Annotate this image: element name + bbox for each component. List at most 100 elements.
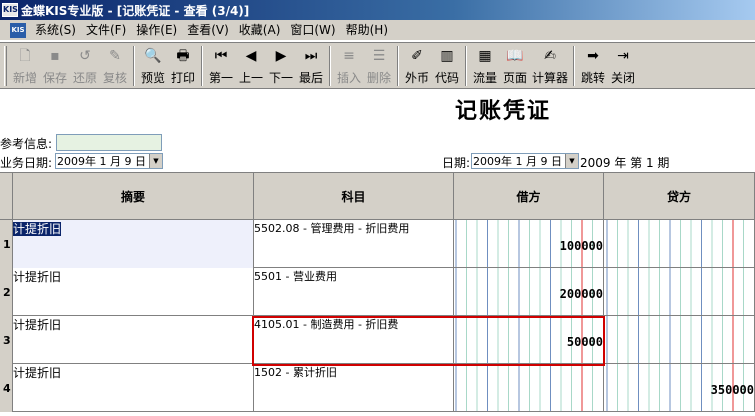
toolbar-button-14[interactable]: ▦ 流量 (470, 43, 500, 88)
menu-file[interactable]: 文件(F) (81, 20, 131, 41)
toolbar-button-label: 计算器 (531, 71, 568, 85)
row-header-corner (0, 172, 13, 220)
toolbar-button-15[interactable]: 📖 页面 (500, 43, 530, 88)
toolbar-button-1[interactable]: ▪ 保存 (40, 43, 70, 88)
account-cell[interactable]: 5502.08 - 管理费用 - 折旧费用 (254, 220, 454, 268)
chevron-down-icon[interactable]: ▼ (565, 154, 578, 168)
chevron-down-icon[interactable]: ▼ (149, 154, 162, 168)
debit-cell[interactable]: 200000 (454, 268, 604, 316)
account-cell[interactable]: 4105.01 - 制造费用 - 折旧费 (254, 316, 454, 364)
toolbar-button-10[interactable]: ≡ 插入 (334, 43, 364, 88)
table-row[interactable]: 1 计提折旧 5502.08 - 管理费用 - 折旧费用 100000 (0, 220, 755, 268)
toolbar-button-6[interactable]: ⏮ 第一 (206, 43, 236, 88)
credit-cell[interactable]: 350000 (604, 364, 755, 412)
prev-icon: ◀ (245, 48, 257, 64)
toolbar-button-label: 上一 (238, 71, 263, 85)
toolbar-button-label: 代码 (434, 71, 459, 85)
toolbar-button-3[interactable]: ✎ 复核 (100, 43, 130, 88)
debit-cell[interactable]: 50000 (454, 316, 604, 364)
column-header-debit[interactable]: 借方 (454, 172, 604, 220)
toolbar-button-7[interactable]: ◀ 上一 (236, 43, 266, 88)
toolbar-button-17[interactable]: ➡ 跳转 (578, 43, 608, 88)
toolbar-button-label: 跳转 (580, 71, 605, 85)
toolbar-button-11[interactable]: ☰ 删除 (364, 43, 394, 88)
toolbar-grip[interactable] (4, 46, 7, 86)
toolbar-button-label: 外币 (404, 71, 429, 85)
period-text: 2009 年 第 1 期 (580, 156, 670, 170)
currency-icon: ✐ (411, 48, 423, 64)
account-cell[interactable]: 1502 - 累计折旧 (254, 364, 454, 412)
voucher-date-picker[interactable]: 2009年 1 月 9 日 ▼ (471, 153, 579, 169)
summary-cell[interactable]: 计提折旧 (13, 220, 254, 268)
row-number-cell[interactable]: 2 (0, 268, 13, 316)
summary-cell[interactable]: 计提折旧 (13, 316, 254, 364)
toolbar-separator (573, 46, 575, 86)
print-icon: 🖶 (176, 48, 190, 64)
amount-digit-gridlines (606, 268, 744, 315)
menu-system[interactable]: 系统(S) (30, 20, 81, 41)
toolbar-button-16[interactable]: ✍ 计算器 (530, 43, 570, 88)
menu-window[interactable]: 窗口(W) (285, 20, 340, 41)
column-header-summary[interactable]: 摘要 (13, 172, 254, 220)
toolbar-button-13[interactable]: ▥ 代码 (432, 43, 462, 88)
account-cell[interactable]: 5501 - 营业费用 (254, 268, 454, 316)
toolbar-button-5[interactable]: 🖶 打印 (168, 43, 198, 88)
first-icon: ⏮ (214, 48, 228, 64)
last-icon: ⏭ (304, 48, 318, 64)
toolbar-button-8[interactable]: ▶ 下一 (266, 43, 296, 88)
toolbar-button-label: 第一 (208, 71, 233, 85)
debit-cell[interactable] (454, 364, 604, 412)
row-number: 1 (3, 238, 11, 251)
toolbar-button-9[interactable]: ⏭ 最后 (296, 43, 326, 88)
row-number: 3 (3, 334, 11, 347)
row-number: 2 (3, 286, 11, 299)
summary-cell[interactable]: 计提折旧 (13, 364, 254, 412)
summary-cell[interactable]: 计提折旧 (13, 268, 254, 316)
credit-cell[interactable] (604, 316, 755, 364)
next-icon: ▶ (275, 48, 287, 64)
toolbar-button-label: 复核 (102, 71, 127, 85)
summary-text: 计提折旧 (13, 318, 62, 332)
voucher-form: 记账凭证 参考信息: 业务日期: 2009年 1 月 9 日 ▼ 日期: 200… (0, 89, 755, 416)
window-title-bar[interactable]: KIS 金蝶KIS专业版 - [记账凭证 - 查看 (3/4)] (0, 0, 755, 20)
summary-text: 计提折旧 (13, 270, 62, 284)
column-header-account[interactable]: 科目 (254, 172, 454, 220)
menu-view[interactable]: 查看(V) (182, 20, 234, 41)
kis-app-icon: KIS (2, 3, 18, 17)
debit-amount: 200000 (559, 287, 603, 301)
toolbar-button-label: 删除 (366, 71, 391, 85)
toolbar-button-2[interactable]: ↺ 还原 (70, 43, 100, 88)
menu-favorites[interactable]: 收藏(A) (234, 20, 286, 41)
table-row[interactable]: 2 计提折旧 5501 - 营业费用 200000 (0, 268, 755, 316)
menu-help[interactable]: 帮助(H) (341, 20, 393, 41)
save-icon: ▪ (50, 48, 60, 64)
biz-date-picker[interactable]: 2009年 1 月 9 日 ▼ (55, 153, 163, 169)
account-text: 4105.01 - 制造费用 - 折旧费 (254, 318, 399, 331)
table-row[interactable]: 4 计提折旧 1502 - 累计折旧 350000 (0, 364, 755, 412)
toolbar-button-label: 预览 (140, 71, 165, 85)
credit-cell[interactable] (604, 220, 755, 268)
row-number-cell[interactable]: 1 (0, 220, 13, 268)
toolbar-button-12[interactable]: ✐ 外币 (402, 43, 432, 88)
toolbar-button-label: 下一 (268, 71, 293, 85)
column-header-credit[interactable]: 贷方 (604, 172, 755, 220)
menu-operation[interactable]: 操作(E) (131, 20, 182, 41)
debit-cell[interactable]: 100000 (454, 220, 604, 268)
kis-document-icon[interactable]: KIS (10, 22, 26, 38)
account-text: 5502.08 - 管理费用 - 折旧费用 (254, 222, 410, 235)
row-number-cell[interactable]: 3 (0, 316, 13, 364)
toolbar-button-0[interactable]: 🗋 新增 (10, 43, 40, 88)
ref-info-input[interactable] (56, 134, 162, 151)
toolbar-button-label: 打印 (170, 71, 195, 85)
toolbar-button-18[interactable]: ⇥ 关闭 (608, 43, 638, 88)
account-text: 5501 - 营业费用 (254, 270, 337, 283)
toolbar-button-4[interactable]: 🔍 预览 (138, 43, 168, 88)
credit-cell[interactable] (604, 268, 755, 316)
page-icon: 📖 (506, 48, 524, 64)
row-number-cell[interactable]: 4 (0, 364, 13, 412)
voucher-title: 记账凭证 (455, 98, 552, 124)
code-book-icon: ▥ (440, 48, 454, 64)
credit-amount: 350000 (710, 383, 754, 397)
table-row[interactable]: 3 计提折旧 4105.01 - 制造费用 - 折旧费 50000 (0, 316, 755, 364)
menu-bar: KIS 系统(S) 文件(F) 操作(E) 查看(V) 收藏(A) 窗口(W) … (0, 20, 755, 41)
